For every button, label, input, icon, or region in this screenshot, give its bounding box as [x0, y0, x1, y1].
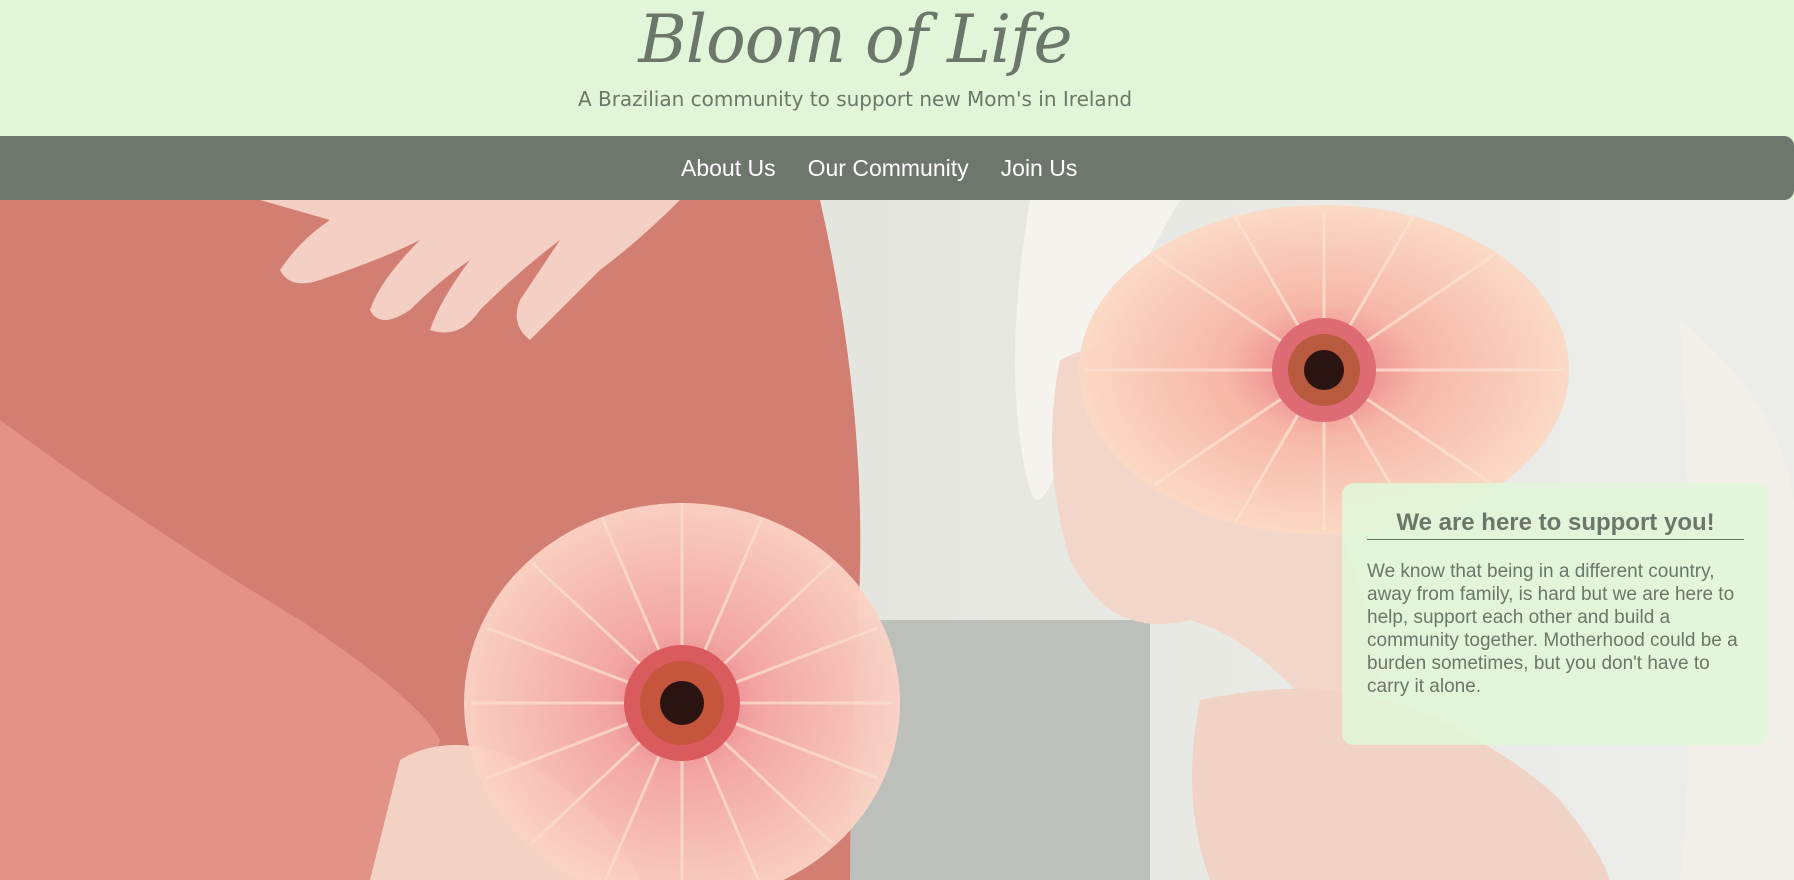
site-header: Bloom of Life A Brazilian community to s… — [0, 0, 1794, 136]
hero-section: We are here to support you! We know that… — [0, 200, 1794, 880]
site-title: Bloom of Life — [638, 1, 1072, 78]
nav-item-about: About Us — [665, 155, 792, 182]
nav-link-about-us[interactable]: About Us — [681, 155, 776, 181]
nav-list: About Us Our Community Join Us — [665, 136, 1093, 200]
support-heading: We are here to support you! — [1367, 509, 1744, 540]
nav-link-our-community[interactable]: Our Community — [808, 155, 969, 181]
support-card: We are here to support you! We know that… — [1342, 483, 1768, 745]
nav-item-community: Our Community — [792, 155, 985, 182]
hero-floor — [850, 620, 1150, 880]
nav-item-join: Join Us — [985, 155, 1094, 182]
support-text: We know that being in a different countr… — [1367, 561, 1738, 697]
site-subtitle: A Brazilian community to support new Mom… — [577, 87, 1133, 111]
main-nav: About Us Our Community Join Us — [0, 136, 1794, 200]
nav-link-join-us[interactable]: Join Us — [1001, 155, 1078, 181]
